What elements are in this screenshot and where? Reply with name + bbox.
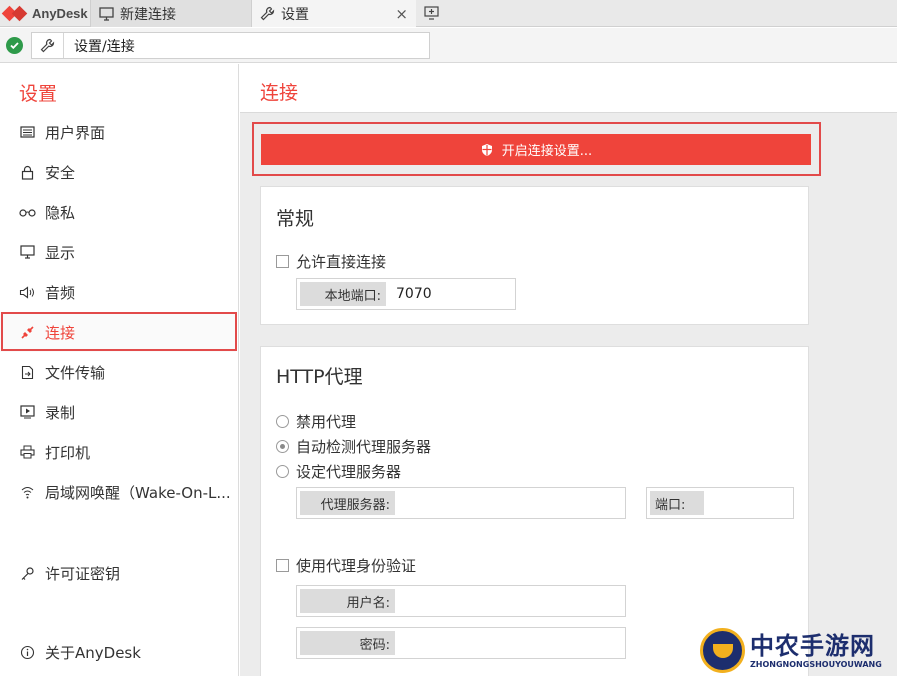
anydesk-logo-icon — [1, 5, 29, 21]
general-panel: 常规 允许直接连接 本地端口: 7070 — [260, 186, 809, 325]
unlock-settings-button[interactable]: 开启连接设置... — [261, 134, 811, 165]
password-label: 密码: — [300, 631, 395, 655]
wrench-icon — [32, 33, 64, 58]
sidebar-item-about[interactable]: 关于AnyDesk — [0, 632, 236, 672]
content-header: 连接 — [240, 64, 897, 113]
username-field[interactable]: 用户名: — [296, 585, 626, 617]
settings-content: 连接 开启连接设置... 常规 允许直接连接 本地端口: 7070 HTTP代理… — [240, 64, 897, 676]
local-port-field[interactable]: 本地端口: 7070 — [296, 278, 516, 310]
use-proxy-auth-checkbox[interactable]: 使用代理身份验证 — [276, 555, 416, 576]
sidebar-item-label: 用户界面 — [45, 123, 106, 142]
radio-disable-proxy[interactable]: 禁用代理 — [276, 411, 356, 432]
radio-auto-detect-proxy[interactable]: 自动检测代理服务器 — [276, 436, 431, 457]
checkbox-box — [276, 559, 289, 572]
glasses-icon — [18, 203, 36, 221]
sidebar-item-label: 关于AnyDesk — [45, 643, 141, 662]
radio-label: 设定代理服务器 — [296, 463, 402, 481]
unlock-highlight: 开启连接设置... — [252, 122, 821, 176]
page-title: 连接 — [260, 82, 299, 104]
sidebar-item-label: 录制 — [45, 403, 76, 422]
sidebar-item-recording[interactable]: 录制 — [0, 392, 236, 432]
general-title: 常规 — [276, 208, 315, 230]
sidebar-item-wake-on-lan[interactable]: 局域网唤醒（Wake-On-L... — [0, 472, 236, 512]
sidebar-item-label: 连接 — [45, 323, 76, 342]
sidebar-item-display[interactable]: 显示 — [0, 232, 236, 272]
watermark-logo-icon — [700, 628, 745, 673]
radio-label: 禁用代理 — [296, 413, 357, 431]
use-proxy-auth-label: 使用代理身份验证 — [296, 557, 417, 575]
sidebar-item-label: 局域网唤醒（Wake-On-L... — [45, 483, 231, 502]
monitor-icon — [18, 243, 36, 261]
status-ok-icon — [6, 37, 23, 54]
settings-sidebar: 设置 用户界面 安全 隐私 显示 音频 连接 文件传输 录制 打印机 局域网唤醒… — [0, 64, 239, 676]
allow-direct-checkbox[interactable]: 允许直接连接 — [276, 251, 386, 272]
sidebar-title: 设置 — [19, 83, 58, 105]
shield-icon — [481, 143, 492, 156]
watermark-subtitle: ZHONGNONGSHOUYOUWANG — [750, 660, 882, 669]
proxy-port-label: 端口: — [650, 491, 704, 515]
record-icon — [18, 403, 36, 421]
http-proxy-title: HTTP代理 — [276, 366, 363, 388]
watermark: 中农手游网 ZHONGNONGSHOUYOUWANG — [700, 626, 897, 676]
sidebar-item-connection[interactable]: 连接 — [0, 312, 236, 352]
connection-icon — [18, 323, 36, 341]
sidebar-item-user-interface[interactable]: 用户界面 — [0, 112, 236, 152]
checkbox-box — [276, 255, 289, 268]
local-port-value: 7070 — [396, 286, 432, 302]
sidebar-item-label: 隐私 — [45, 203, 76, 222]
keyboard-icon — [18, 123, 36, 141]
info-icon — [18, 643, 36, 661]
allow-direct-label: 允许直接连接 — [296, 253, 387, 271]
tab-label: 设置 — [281, 6, 309, 23]
sidebar-item-label: 安全 — [45, 163, 76, 182]
sidebar-item-label: 显示 — [45, 243, 76, 262]
add-tab-icon[interactable] — [422, 4, 440, 22]
close-icon[interactable]: × — [395, 5, 408, 23]
anydesk-brand[interactable]: AnyDesk — [0, 0, 90, 27]
proxy-server-field[interactable]: 代理服务器: — [296, 487, 626, 519]
sidebar-item-audio[interactable]: 音频 — [0, 272, 236, 312]
radio-label: 自动检测代理服务器 — [296, 438, 432, 456]
proxy-port-field[interactable]: 端口: — [646, 487, 794, 519]
sidebar-item-security[interactable]: 安全 — [0, 152, 236, 192]
speaker-icon — [18, 283, 36, 301]
printer-icon — [18, 443, 36, 461]
tab-new-connection[interactable]: 新建连接 — [90, 0, 252, 27]
sidebar-item-label: 打印机 — [45, 443, 91, 462]
password-field[interactable]: 密码: — [296, 627, 626, 659]
lock-icon — [18, 163, 36, 181]
wifi-icon — [18, 483, 36, 501]
radio-manual-proxy[interactable]: 设定代理服务器 — [276, 461, 401, 482]
radio-button — [276, 465, 289, 478]
sidebar-item-label: 文件传输 — [45, 363, 106, 382]
monitor-icon — [97, 6, 115, 22]
radio-button — [276, 415, 289, 428]
address-value: 设置/连接 — [74, 38, 135, 55]
key-icon — [18, 564, 36, 582]
sidebar-item-file-transfer[interactable]: 文件传输 — [0, 352, 236, 392]
tab-settings[interactable]: 设置 × — [252, 0, 416, 27]
sidebar-item-label: 音频 — [45, 283, 76, 302]
address-input[interactable]: 设置/连接 — [31, 32, 430, 59]
radio-button-selected — [276, 440, 289, 453]
file-transfer-icon — [18, 363, 36, 381]
tab-label: 新建连接 — [120, 6, 176, 23]
unlock-button-label: 开启连接设置... — [501, 144, 593, 159]
proxy-server-label: 代理服务器: — [300, 491, 395, 515]
tab-bar: AnyDesk 新建连接 设置 × — [0, 0, 897, 27]
sidebar-item-printer[interactable]: 打印机 — [0, 432, 236, 472]
brand-name: AnyDesk — [32, 6, 88, 21]
sidebar-item-license[interactable]: 许可证密钥 — [0, 553, 236, 593]
username-label: 用户名: — [300, 589, 395, 613]
sidebar-item-privacy[interactable]: 隐私 — [0, 192, 236, 232]
local-port-label: 本地端口: — [300, 282, 386, 306]
address-bar: 设置/连接 — [0, 28, 897, 63]
wrench-icon — [258, 6, 276, 22]
watermark-title: 中农手游网 — [750, 632, 875, 660]
sidebar-item-label: 许可证密钥 — [45, 564, 121, 583]
